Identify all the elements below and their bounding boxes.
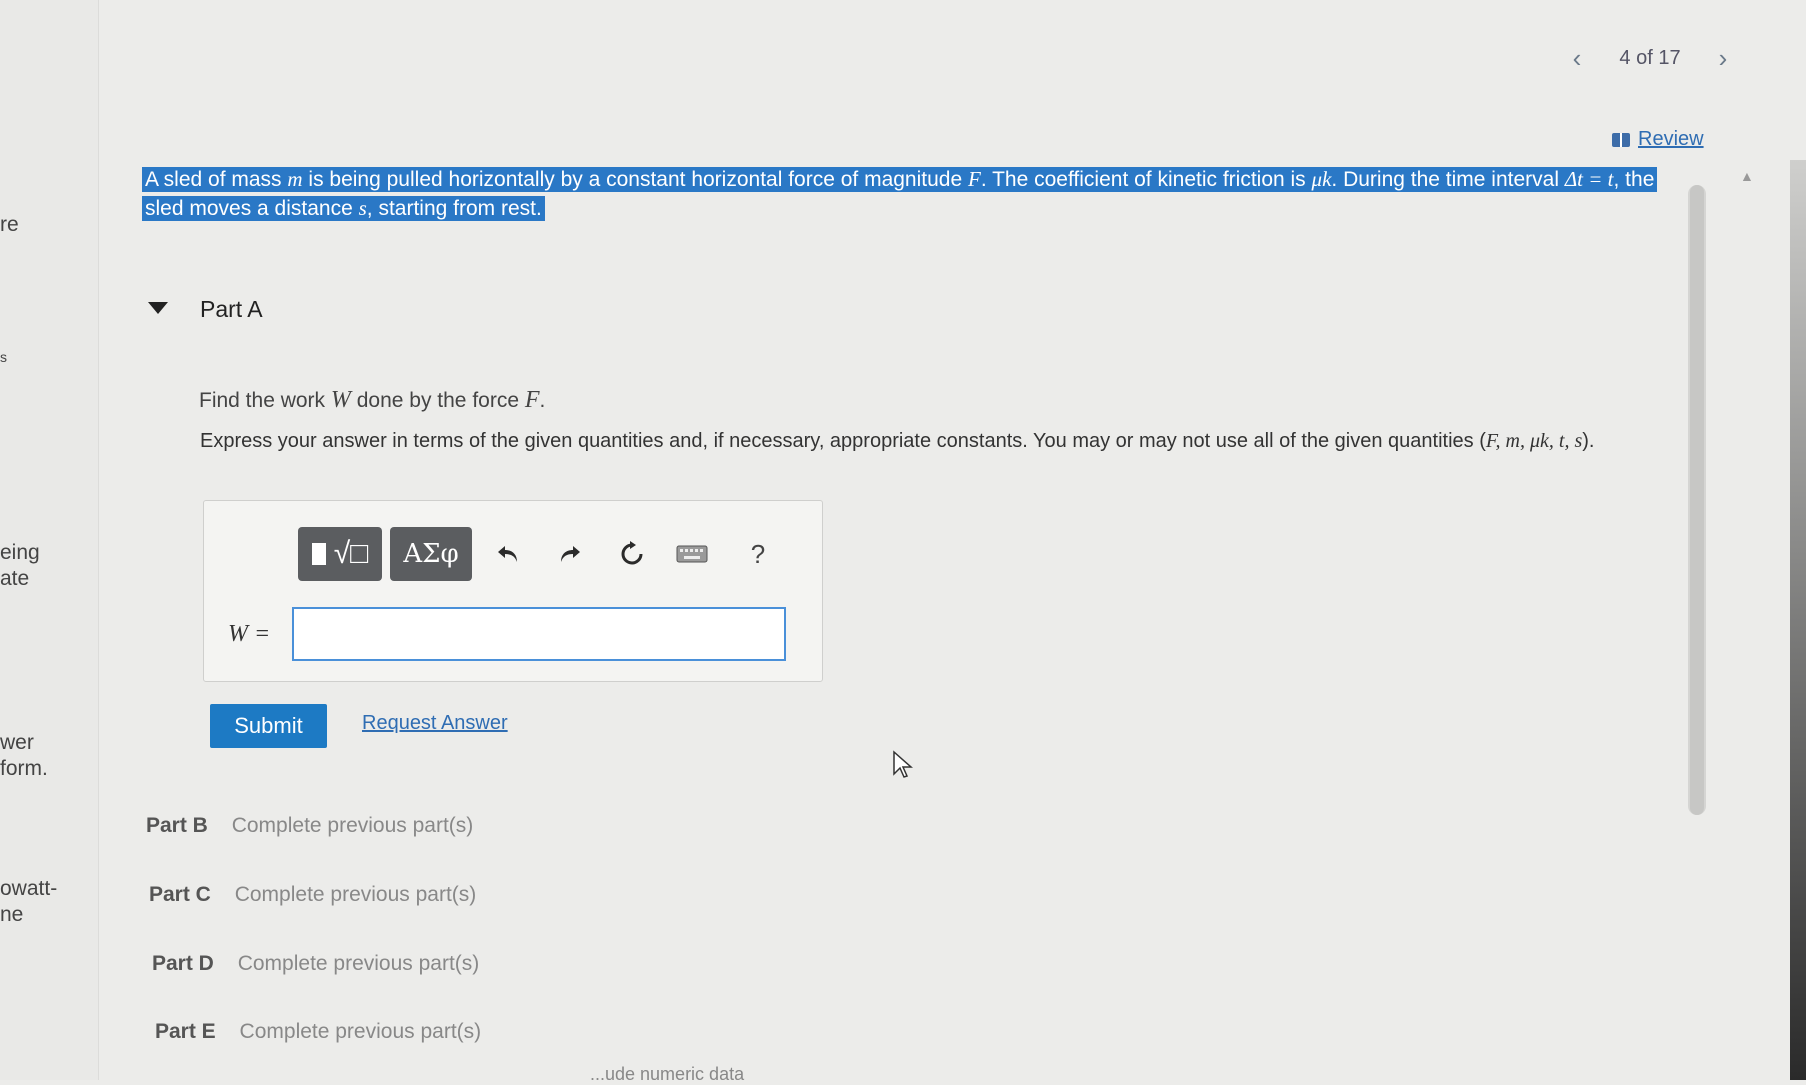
part-e-status: Complete previous part(s) [239,1020,482,1043]
request-answer-link[interactable]: Request Answer [362,712,508,735]
reset-icon[interactable] [610,531,654,577]
part-d-row[interactable]: Part D Complete previous part(s) [152,952,479,976]
undo-icon[interactable] [486,531,530,577]
chevron-right-icon[interactable]: › [1711,43,1735,74]
pager: ‹ 4 of 17 › [1565,40,1735,76]
part-c-row[interactable]: Part C Complete previous part(s) [149,883,476,907]
answer-input[interactable] [292,607,786,661]
part-d-status: Complete previous part(s) [237,952,480,975]
answer-box: √□ ΑΣφ ? W = [203,500,823,682]
scroll-up-icon[interactable]: ▲ [1740,168,1754,184]
answer-label: W = [228,621,271,647]
left-fragment: s [0,349,7,365]
help-button[interactable]: ? [736,531,780,577]
left-fragment: wer [0,731,34,754]
part-c-name: Part C [149,883,211,906]
redo-icon[interactable] [548,531,592,577]
chevron-left-icon[interactable]: ‹ [1565,43,1589,74]
problem-line-2: sled moves a distance s, starting from r… [142,194,1662,223]
part-b-name: Part B [146,814,208,837]
template-square-icon [311,543,326,565]
screen-edge [1790,160,1806,1080]
left-fragment: form. [0,757,48,780]
part-a-question: Find the work W done by the force F. [199,387,546,413]
part-c-status: Complete previous part(s) [234,883,477,906]
review-link[interactable]: Review [1638,128,1704,151]
left-fragment: eing [0,541,40,564]
templates-button[interactable]: √□ [298,527,382,581]
submit-button[interactable]: Submit [210,704,327,748]
part-b-row[interactable]: Part B Complete previous part(s) [146,814,473,838]
templates-label: √□ [333,537,369,570]
part-e-name: Part E [155,1020,216,1043]
left-fragment: ate [0,567,30,590]
keyboard-icon[interactable] [670,531,714,577]
problem-statement: A sled of mass m is being pulled horizon… [142,165,1662,223]
problem-line-1: A sled of mass m is being pulled horizon… [142,165,1662,194]
scrollbar[interactable] [1688,185,1706,815]
mouse-cursor-icon [893,750,913,778]
part-b-status: Complete previous part(s) [231,814,474,837]
part-a-title: Part A [200,296,263,322]
left-fragment: ne [0,903,24,926]
review-link-wrapper[interactable]: Review [1612,128,1704,151]
scrollbar-thumb[interactable] [1690,185,1704,815]
part-a-collapse-icon[interactable] [148,302,168,314]
part-a-instructions: Express your answer in terms of the give… [200,430,1595,452]
left-fragment: owatt- [0,877,58,900]
part-d-name: Part D [152,952,214,975]
previous-panel-strip: re s eing ate wer form. owatt- ne [0,0,99,1080]
part-e-row[interactable]: Part E Complete previous part(s) [155,1020,481,1044]
left-fragment: re [0,213,19,236]
pager-label: 4 of 17 [1619,46,1681,69]
greek-symbols-button[interactable]: ΑΣφ [390,527,472,581]
book-icon [1612,132,1630,147]
bottom-text-fragment: ...ude numeric data [590,1064,745,1084]
